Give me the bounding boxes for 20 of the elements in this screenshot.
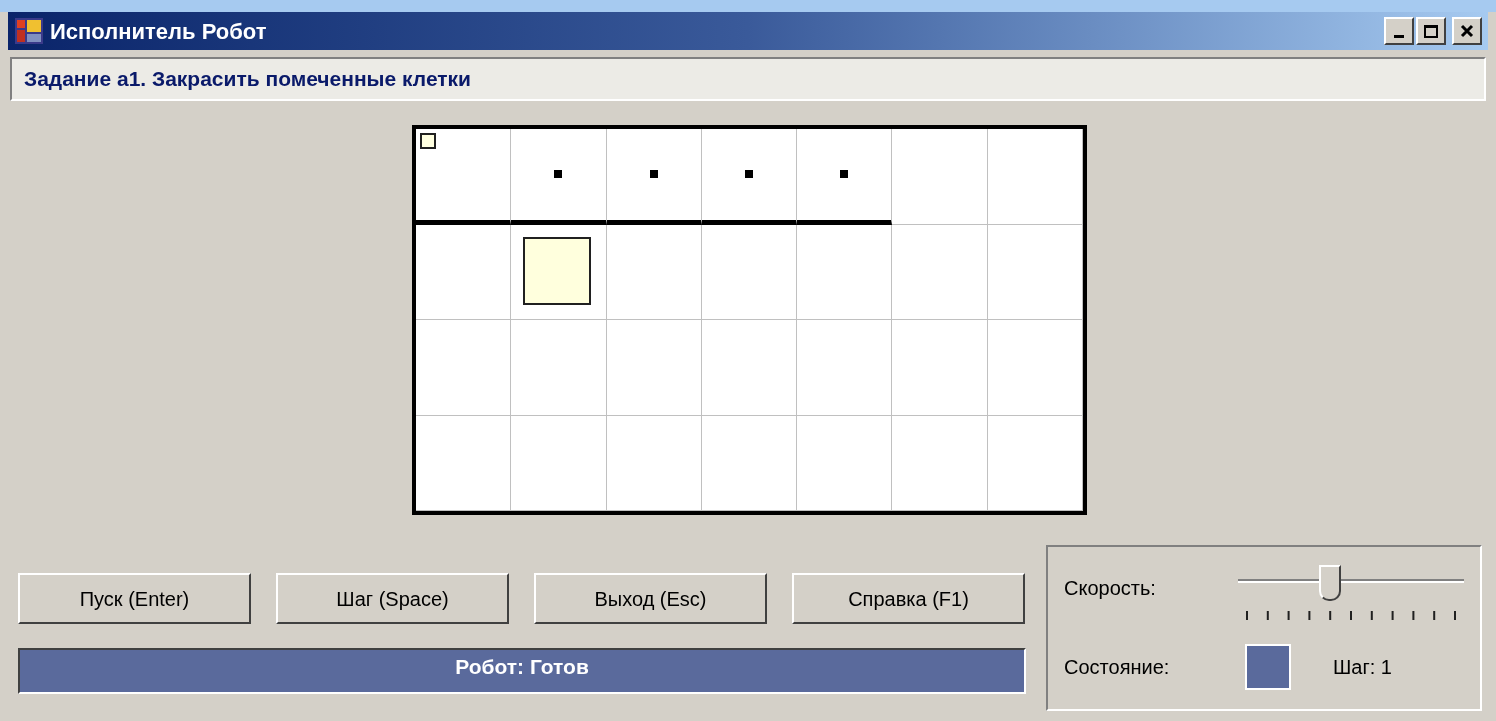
status-text: Робот: Готов	[455, 654, 589, 681]
maximize-icon	[1424, 24, 1438, 38]
action-button[interactable]: Справка (F1)	[792, 573, 1025, 624]
state-label: Состояние:	[1064, 655, 1171, 680]
minimize-icon	[1394, 35, 1404, 38]
action-button[interactable]: Выход (Esc)	[534, 573, 767, 624]
action-button[interactable]: Пуск (Enter)	[18, 573, 251, 624]
minimize-button[interactable]	[1384, 17, 1414, 45]
window-title: Исполнитель Робот	[50, 17, 267, 46]
maximize-button[interactable]	[1416, 17, 1446, 45]
start-marker-icon	[420, 133, 436, 149]
task-text: Задание а1. Закрасить помеченные клетки	[24, 66, 471, 93]
app-icon	[14, 17, 44, 45]
close-icon	[1460, 24, 1474, 38]
step-counter: Шаг: 1	[1333, 655, 1392, 680]
action-button[interactable]: Шаг (Space)	[276, 573, 509, 624]
robot-square	[523, 236, 592, 305]
close-button[interactable]	[1452, 17, 1482, 45]
slider-thumb[interactable]	[1319, 565, 1342, 601]
speed-label: Скорость:	[1064, 576, 1157, 601]
